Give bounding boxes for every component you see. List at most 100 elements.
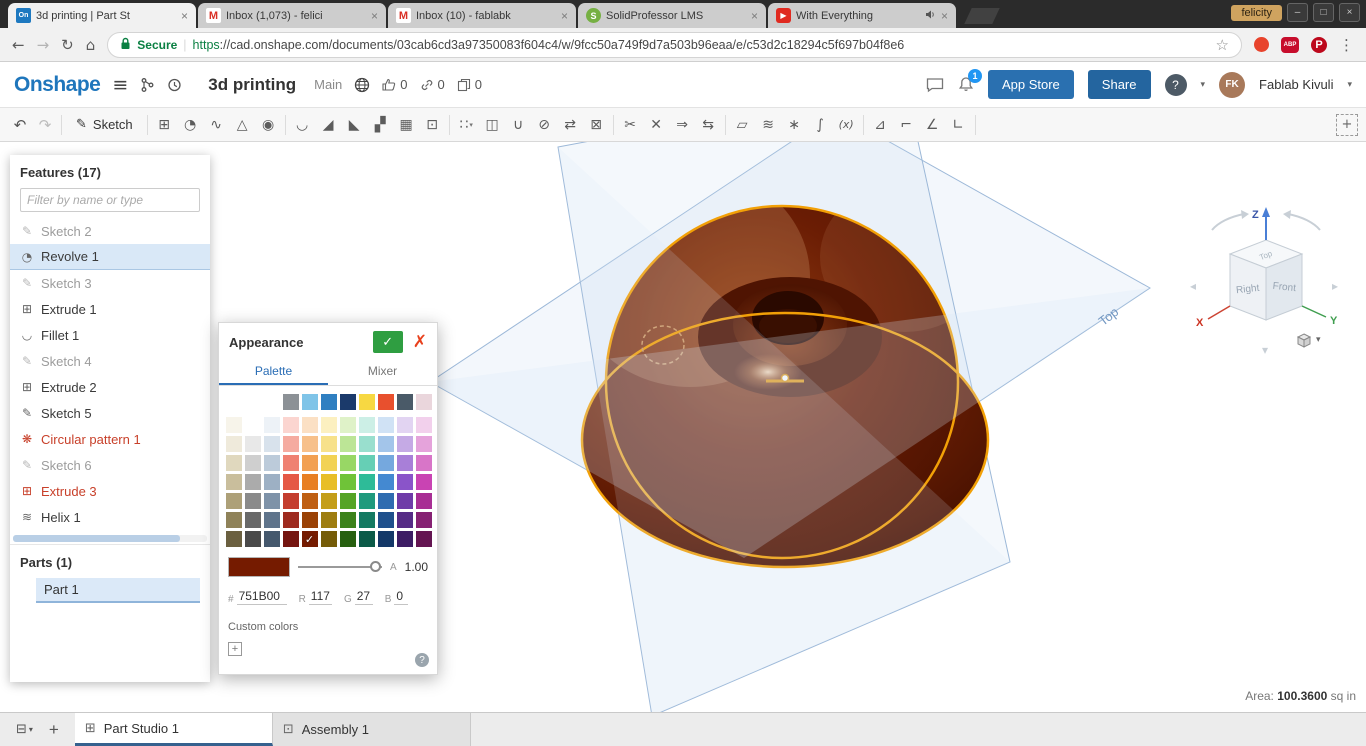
color-swatch[interactable] <box>244 512 261 528</box>
url-bar[interactable]: Secure | https://cad.onshape.com/documen… <box>107 31 1242 58</box>
color-swatch[interactable] <box>320 455 337 471</box>
hole-icon[interactable]: ⊡ <box>420 112 445 138</box>
onshape-logo[interactable]: Onshape <box>14 73 101 97</box>
home-icon[interactable]: ⌂ <box>86 36 96 54</box>
color-swatch[interactable] <box>301 512 318 528</box>
color-swatch[interactable] <box>358 436 375 452</box>
feature-item-extrude-3[interactable]: ⊞ Extrude 3 <box>10 478 210 504</box>
color-swatch[interactable] <box>396 474 413 490</box>
add-custom-color-button[interactable]: + <box>228 642 242 656</box>
point-icon[interactable]: ∗ <box>782 112 807 138</box>
color-swatch[interactable] <box>320 474 337 490</box>
move-face-icon[interactable]: ⇒ <box>670 112 695 138</box>
color-swatch[interactable] <box>282 436 299 452</box>
modify-fillet-icon[interactable]: ✂ <box>618 112 643 138</box>
color-swatch[interactable]: ✓ <box>301 531 318 547</box>
alpha-slider[interactable] <box>298 561 382 573</box>
cancel-button[interactable]: ✗ <box>413 332 427 352</box>
loft-icon[interactable]: △ <box>230 112 255 138</box>
color-swatch[interactable] <box>358 512 375 528</box>
feature-item-sketch-3[interactable]: ✎ Sketch 3 <box>10 270 210 296</box>
color-swatch[interactable] <box>358 455 375 471</box>
color-swatch[interactable] <box>263 436 280 452</box>
center-of-mass-icon[interactable]: + <box>1336 113 1358 136</box>
security-label[interactable]: Secure <box>137 38 177 52</box>
shell-icon[interactable]: ▦ <box>394 112 419 138</box>
delete-face-icon[interactable]: ✕ <box>644 112 669 138</box>
main-menu-icon[interactable]: ≡ <box>112 74 128 96</box>
color-swatch[interactable] <box>225 417 242 433</box>
tab-palette[interactable]: Palette <box>219 359 328 385</box>
sweep-icon[interactable]: ∿ <box>204 112 229 138</box>
color-swatch[interactable] <box>225 512 242 528</box>
comments-icon[interactable] <box>926 77 944 93</box>
color-swatch[interactable] <box>358 417 375 433</box>
color-swatch[interactable] <box>244 493 261 509</box>
quick-color-swatch[interactable] <box>301 394 318 410</box>
sheet-metal-icon[interactable]: ⊿ <box>868 112 893 138</box>
user-name[interactable]: Fablab Kivuli <box>1259 77 1333 92</box>
dropdown-caret-icon[interactable]: ▾ <box>469 121 473 129</box>
tab-close-icon[interactable]: × <box>371 9 378 23</box>
color-swatch[interactable] <box>339 512 356 528</box>
color-swatch[interactable] <box>244 455 261 471</box>
color-swatch[interactable] <box>377 531 394 547</box>
redo-icon[interactable]: ↷ <box>33 112 57 138</box>
browser-tab-solidprofessor[interactable]: S SolidProfessor LMS × <box>578 3 766 28</box>
fillet-icon[interactable]: ◡ <box>290 112 315 138</box>
color-swatch[interactable] <box>339 455 356 471</box>
color-swatch[interactable] <box>263 512 280 528</box>
public-globe-icon[interactable] <box>354 77 370 93</box>
feature-item-circular-pattern-1[interactable]: ❋ Circular pattern 1 <box>10 426 210 452</box>
browser-menu-icon[interactable]: ⋮ <box>1339 36 1354 54</box>
back-icon[interactable]: ← <box>12 36 25 54</box>
replace-face-icon[interactable]: ⇆ <box>696 112 721 138</box>
alpha-slider-knob[interactable] <box>369 561 381 572</box>
quick-color-swatch[interactable] <box>377 394 394 410</box>
window-minimize-button[interactable]: – <box>1287 3 1308 22</box>
split-icon[interactable]: ⊘ <box>532 112 557 138</box>
bookmark-star-icon[interactable]: ☆ <box>1216 36 1229 54</box>
feature-item-fillet-1[interactable]: ◡ Fillet 1 <box>10 322 210 348</box>
color-swatch[interactable] <box>244 474 261 490</box>
manage-tabs-icon[interactable]: ⊟ ▾ <box>16 722 33 737</box>
color-swatch[interactable] <box>263 474 280 490</box>
insert-tab-button[interactable]: + <box>49 720 59 740</box>
color-swatch[interactable] <box>358 493 375 509</box>
color-swatch[interactable] <box>301 493 318 509</box>
tab-mixer[interactable]: Mixer <box>328 359 437 385</box>
tab-close-icon[interactable]: × <box>561 9 568 23</box>
part-list-item[interactable]: Part 1 <box>36 578 200 603</box>
feature-item-sketch-2[interactable]: ✎ Sketch 2 <box>10 218 210 244</box>
sketch-button[interactable]: ✎ Sketch <box>66 112 143 138</box>
variable-icon[interactable]: (x) <box>834 112 859 138</box>
tab-close-icon[interactable]: × <box>751 9 758 23</box>
color-swatch[interactable] <box>320 531 337 547</box>
tab-assembly[interactable]: ⊡ Assembly 1 <box>272 713 471 746</box>
color-swatch[interactable] <box>377 474 394 490</box>
color-swatch[interactable] <box>301 455 318 471</box>
color-swatch[interactable] <box>339 436 356 452</box>
color-swatch[interactable] <box>320 417 337 433</box>
feature-item-sketch-4[interactable]: ✎ Sketch 4 <box>10 348 210 374</box>
feature-item-revolve-1[interactable]: ◔ Revolve 1 <box>10 244 210 270</box>
hem-icon[interactable]: ∠ <box>920 112 945 138</box>
color-swatch[interactable] <box>377 512 394 528</box>
corner-icon[interactable]: ∟ <box>946 112 971 138</box>
quick-color-swatch[interactable] <box>339 394 356 410</box>
browser-tab-gmail-1[interactable]: M Inbox (1,073) - felici × <box>198 3 386 28</box>
hex-field[interactable]: 751B00 <box>236 589 287 605</box>
notifications-bell-icon[interactable]: 1 <box>958 69 982 93</box>
pinterest-extension-icon[interactable]: P <box>1311 36 1327 53</box>
color-swatch[interactable] <box>225 531 242 547</box>
boolean-icon[interactable]: ∪ <box>506 112 531 138</box>
quick-color-swatch[interactable] <box>320 394 337 410</box>
feature-item-extrude-1[interactable]: ⊞ Extrude 1 <box>10 296 210 322</box>
new-browser-tab-button[interactable] <box>964 8 1000 24</box>
quick-color-swatch[interactable] <box>415 394 432 410</box>
color-swatch[interactable] <box>377 455 394 471</box>
extension-red-icon[interactable] <box>1254 37 1269 52</box>
chamfer-icon[interactable]: ◢ <box>316 112 341 138</box>
features-hscrollbar[interactable] <box>13 535 207 542</box>
confirm-button[interactable]: ✓ <box>372 331 403 353</box>
